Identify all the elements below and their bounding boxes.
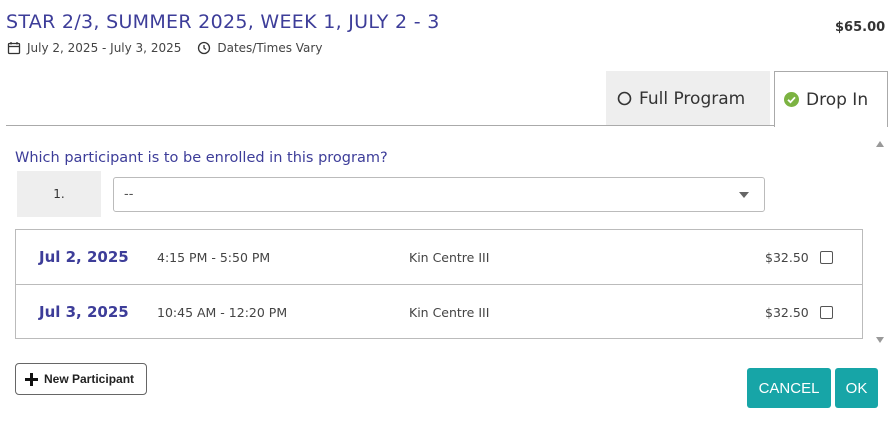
session-row: Jul 2, 2025 4:15 PM - 5:50 PM Kin Centre… <box>16 230 862 285</box>
ok-button[interactable]: OK <box>835 368 878 408</box>
caret-down-icon <box>739 192 749 198</box>
session-location: Kin Centre III <box>409 249 490 265</box>
radio-empty-icon <box>617 91 632 106</box>
participant-select[interactable]: -- <box>113 177 765 212</box>
session-price: $32.50 <box>765 249 809 265</box>
session-checkbox[interactable] <box>820 305 833 319</box>
session-list: Jul 2, 2025 4:15 PM - 5:50 PM Kin Centre… <box>15 229 863 339</box>
session-date: Jul 2, 2025 <box>39 248 129 266</box>
session-location: Kin Centre III <box>409 304 490 320</box>
clock-icon <box>197 41 211 55</box>
scrollbar[interactable] <box>872 138 888 346</box>
check-circle-icon <box>784 92 799 107</box>
new-participant-button[interactable]: New Participant <box>15 363 147 395</box>
participant-number: 1. <box>17 171 101 217</box>
session-time: 10:45 AM - 12:20 PM <box>157 304 288 320</box>
new-participant-label: New Participant <box>44 372 135 386</box>
scroll-up-icon[interactable] <box>876 141 884 147</box>
session-checkbox[interactable] <box>820 250 833 264</box>
cancel-button[interactable]: CANCEL <box>747 368 831 408</box>
tab-divider <box>6 125 774 126</box>
tab-full-program-label: Full Program <box>639 88 746 109</box>
participant-select-value: -- <box>124 187 134 202</box>
times-text: Dates/Times Vary <box>217 41 323 55</box>
enrollment-question: Which participant is to be enrolled in t… <box>15 150 388 166</box>
tab-drop-in-label: Drop In <box>806 89 869 110</box>
tab-drop-in[interactable]: Drop In <box>774 71 888 127</box>
scroll-down-icon[interactable] <box>876 337 884 343</box>
program-meta: July 2, 2025 - July 3, 2025 Dates/Times … <box>7 41 322 55</box>
calendar-icon <box>7 41 21 55</box>
session-row: Jul 3, 2025 10:45 AM - 12:20 PM Kin Cent… <box>16 285 862 339</box>
program-title: STAR 2/3, SUMMER 2025, WEEK 1, JULY 2 - … <box>6 11 440 33</box>
date-range: July 2, 2025 - July 3, 2025 <box>27 41 182 55</box>
tab-full-program[interactable]: Full Program <box>606 71 770 126</box>
program-price: $65.00 <box>835 20 886 35</box>
plus-icon <box>25 372 38 386</box>
session-time: 4:15 PM - 5:50 PM <box>157 249 271 265</box>
session-price: $32.50 <box>765 304 809 320</box>
session-date: Jul 3, 2025 <box>39 303 129 321</box>
